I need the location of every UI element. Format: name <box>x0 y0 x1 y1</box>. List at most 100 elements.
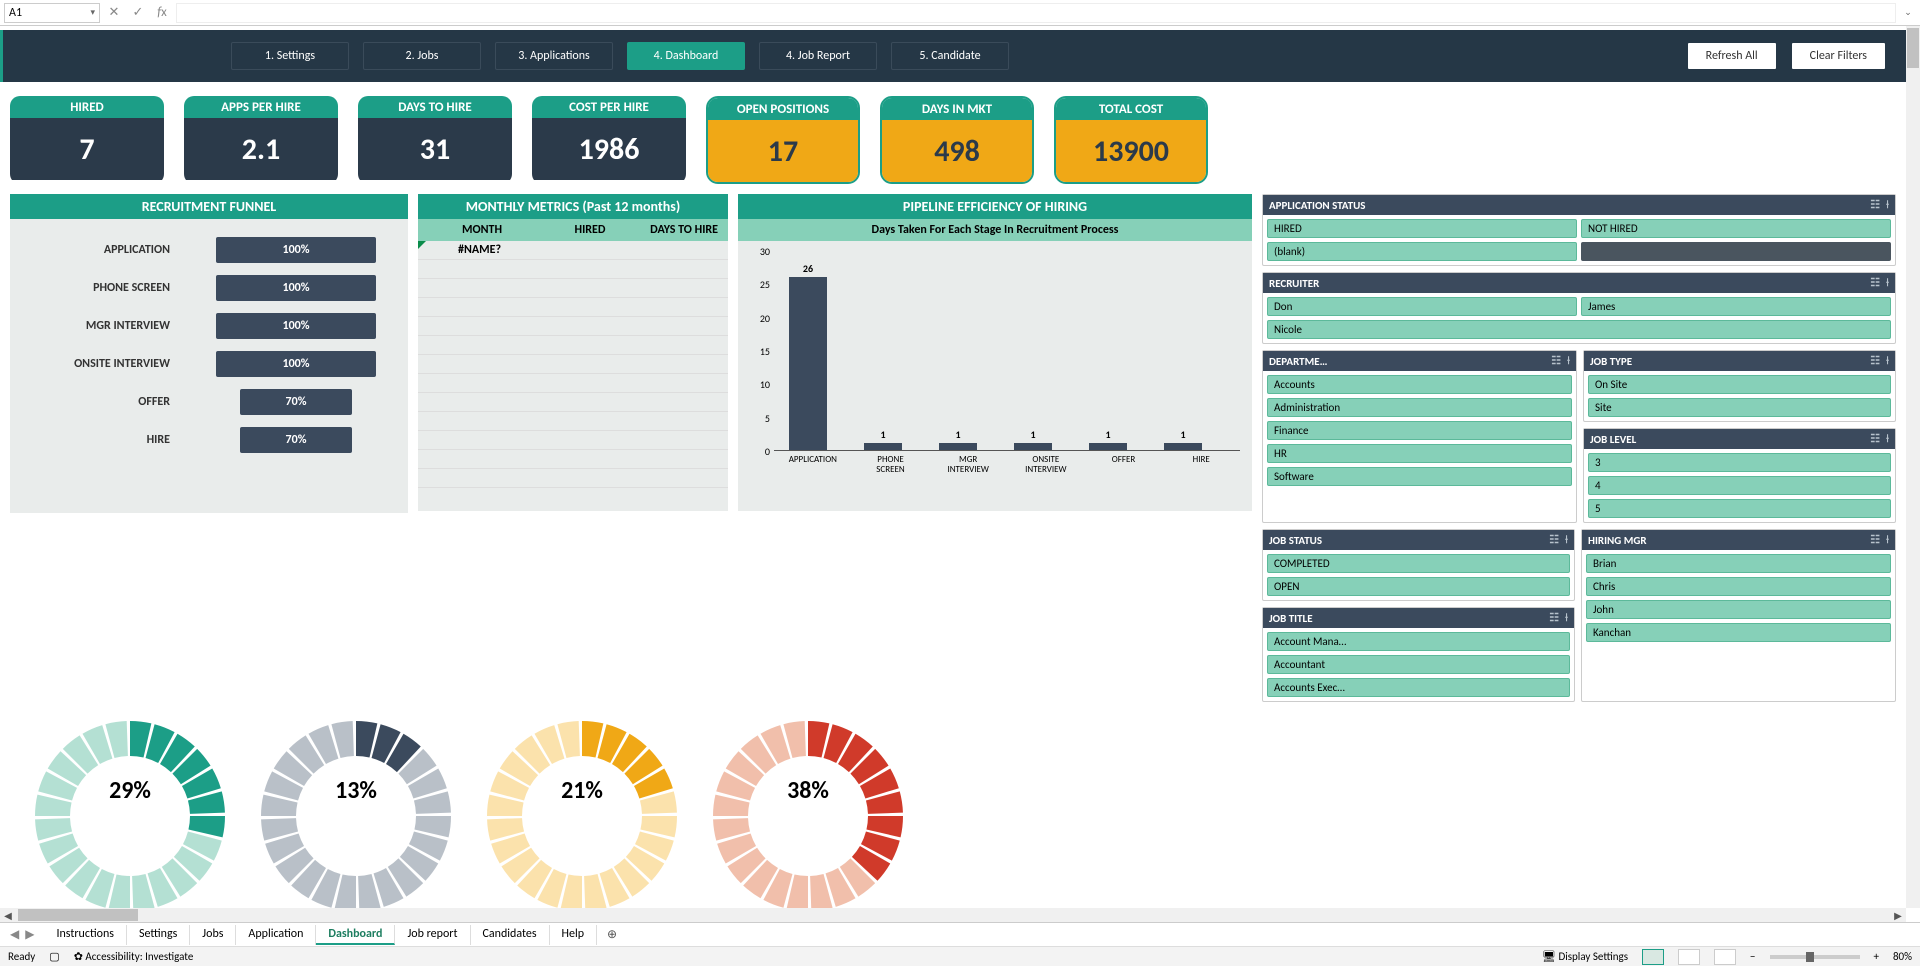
clear-filter-icon[interactable]: ⟊ <box>1886 432 1889 446</box>
clear-filter-icon[interactable]: ⟊ <box>1567 354 1570 368</box>
confirm-icon[interactable]: ✓ <box>128 5 148 20</box>
slicer-item[interactable]: James <box>1581 297 1891 316</box>
scroll-left-icon[interactable]: ◀ <box>0 909 16 922</box>
pipeline-efficiency-panel: PIPELINE EFFICIENCY OF HIRING Days Taken… <box>738 194 1252 702</box>
refresh-all-button[interactable]: Refresh All <box>1687 42 1777 70</box>
slicer-item[interactable]: COMPLETED <box>1267 554 1570 573</box>
error-cell[interactable]: #NAME? <box>458 243 501 257</box>
multi-select-icon[interactable]: ☷ <box>1549 611 1559 625</box>
sheet-tab[interactable]: Dashboard <box>316 925 395 945</box>
error-indicator-icon[interactable] <box>418 241 426 249</box>
slicer-item[interactable]: Kanchan <box>1586 623 1891 642</box>
multi-select-icon[interactable]: ☷ <box>1551 354 1561 368</box>
slicer: HIRING MGR ☷⟊ BrianChrisJohnKanchan <box>1581 529 1896 702</box>
accessibility-status[interactable]: ✿ Accessibility: Investigate <box>74 950 194 963</box>
slicer-title: APPLICATION STATUS <box>1269 199 1365 212</box>
formula-bar: A1 ✕ ✓ fx ⌄ <box>0 0 1920 26</box>
tab-nav-prev-icon[interactable]: ▶ <box>25 927 34 942</box>
clear-filters-button[interactable]: Clear Filters <box>1791 42 1886 70</box>
page-break-view-button[interactable] <box>1714 949 1736 965</box>
slicer-item[interactable]: Accounts Exec… <box>1267 678 1570 697</box>
slicer-item[interactable]: Accounts <box>1267 375 1572 394</box>
kpi-row: HIRED 7 APPS PER HIRE 2.1 DAYS TO HIRE 3… <box>0 82 1906 194</box>
x-label: HIRE <box>1162 451 1240 475</box>
slicer-item[interactable]: 4 <box>1588 476 1891 495</box>
nav-button[interactable]: 4. Dashboard <box>627 42 745 70</box>
add-sheet-button[interactable]: ⊕ <box>597 927 627 942</box>
slicer-item[interactable]: Administration <box>1267 398 1572 417</box>
y-tick: 5 <box>750 412 770 425</box>
tab-nav-first-icon[interactable]: ◀ <box>10 927 19 942</box>
sheet-tab[interactable]: Jobs <box>190 925 236 945</box>
clear-filter-icon[interactable]: ⟊ <box>1886 533 1889 547</box>
nav-button[interactable]: 1. Settings <box>231 42 349 70</box>
macro-record-icon[interactable]: ▢ <box>49 950 59 963</box>
slicer-item[interactable]: Account Mana… <box>1267 632 1570 651</box>
slicer-item[interactable]: Software <box>1267 467 1572 486</box>
zoom-out-button[interactable]: − <box>1750 950 1755 963</box>
worksheet: 1. Settings 2. Jobs 3. Applications 4. Dash… <box>0 26 1906 908</box>
multi-select-icon[interactable]: ☷ <box>1549 533 1559 547</box>
slicer-item[interactable]: Brian <box>1586 554 1891 573</box>
multi-select-icon[interactable]: ☷ <box>1870 276 1880 290</box>
formula-input[interactable] <box>176 3 1896 23</box>
clear-filter-icon[interactable]: ⟊ <box>1886 354 1889 368</box>
slicer-item[interactable]: On Site <box>1588 375 1891 394</box>
normal-view-button[interactable] <box>1642 949 1664 965</box>
zoom-level[interactable]: 80% <box>1893 950 1912 963</box>
slicer-item[interactable]: 3 <box>1588 453 1891 472</box>
clear-filter-icon[interactable]: ⟊ <box>1886 276 1889 290</box>
slicer-item[interactable]: Accountant <box>1267 655 1570 674</box>
chart-bar: 1 <box>1009 428 1057 450</box>
slicer-header: JOB TITLE ☷⟊ <box>1263 608 1574 628</box>
slicer-item[interactable]: Don <box>1267 297 1577 316</box>
slicer-item[interactable]: 5 <box>1588 499 1891 518</box>
sheet-tab[interactable]: Candidates <box>471 925 550 945</box>
horizontal-scrollbar[interactable]: ◀ ▶ <box>0 908 1906 922</box>
slicer-item[interactable] <box>1581 242 1891 261</box>
expand-formula-icon[interactable]: ⌄ <box>1900 7 1916 18</box>
slicer-item[interactable]: John <box>1586 600 1891 619</box>
funnel-row: MGR INTERVIEW 100% <box>24 313 394 339</box>
x-label: PHONESCREEN <box>852 451 930 475</box>
name-box[interactable]: A1 <box>4 3 100 23</box>
multi-select-icon[interactable]: ☷ <box>1870 432 1880 446</box>
sheet-tab[interactable]: Settings <box>127 925 190 945</box>
fx-icon[interactable]: fx <box>152 5 172 20</box>
clear-filter-icon[interactable]: ⟊ <box>1886 198 1889 212</box>
zoom-slider[interactable] <box>1770 955 1860 959</box>
slicer-item[interactable]: Site <box>1588 398 1891 417</box>
multi-select-icon[interactable]: ☷ <box>1870 198 1880 212</box>
display-settings-button[interactable]: 🖥 Display Settings <box>1542 950 1628 963</box>
slicers-column: APPLICATION STATUS ☷ ⟊ HIREDNOT HIRED(bla… <box>1262 194 1896 702</box>
sheet-tab[interactable]: Instructions <box>44 925 126 945</box>
status-bar: Ready ▢ ✿ Accessibility: Investigate 🖥 D… <box>0 946 1920 966</box>
scroll-right-icon[interactable]: ▶ <box>1890 909 1906 922</box>
nav-button[interactable]: 2. Jobs <box>363 42 481 70</box>
slicer-title: JOB TYPE <box>1590 355 1632 368</box>
page-layout-view-button[interactable] <box>1678 949 1700 965</box>
slicer-item[interactable]: Chris <box>1586 577 1891 596</box>
clear-filter-icon[interactable]: ⟊ <box>1565 533 1568 547</box>
zoom-in-button[interactable]: + <box>1874 950 1879 963</box>
kpi-value: 1986 <box>532 118 686 180</box>
slicer-item[interactable]: Finance <box>1267 421 1572 440</box>
slicer-item[interactable]: HR <box>1267 444 1572 463</box>
multi-select-icon[interactable]: ☷ <box>1870 354 1880 368</box>
slicer-item[interactable]: Nicole <box>1267 320 1891 339</box>
nav-button[interactable]: 5. Candidate <box>891 42 1009 70</box>
vertical-scrollbar[interactable] <box>1906 26 1920 908</box>
clear-filter-icon[interactable]: ⟊ <box>1565 611 1568 625</box>
sheet-tab[interactable]: Job report <box>395 925 470 945</box>
slicer-item[interactable]: (blank) <box>1267 242 1577 261</box>
nav-button[interactable]: 4. Job Report <box>759 42 877 70</box>
sheet-tab[interactable]: Help <box>550 925 598 945</box>
cancel-icon[interactable]: ✕ <box>104 5 124 20</box>
slicer-item[interactable]: HIRED <box>1267 219 1577 238</box>
sheet-tabs: ◀ ▶ InstructionsSettingsJobsApplicationD… <box>0 922 1920 946</box>
nav-button[interactable]: 3. Applications <box>495 42 613 70</box>
slicer-item[interactable]: NOT HIRED <box>1581 219 1891 238</box>
multi-select-icon[interactable]: ☷ <box>1870 533 1880 547</box>
slicer-item[interactable]: OPEN <box>1267 577 1570 596</box>
sheet-tab[interactable]: Application <box>236 925 316 945</box>
